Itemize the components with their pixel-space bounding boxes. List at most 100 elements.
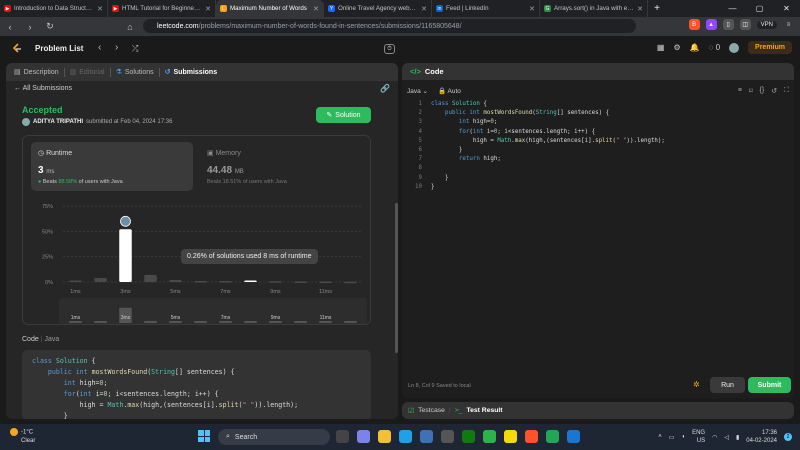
clock[interactable]: 17:36 04-02-2024 [746, 429, 777, 445]
leetcode-logo-icon[interactable] [11, 43, 23, 55]
close-window-button[interactable]: ✕ [773, 0, 800, 17]
browser-tab[interactable]: YOnline Travel Agency website | Fi✕ [324, 0, 432, 17]
weather-widget[interactable]: -1°C Clear [10, 428, 35, 445]
grid-icon[interactable]: ▦ [657, 43, 665, 52]
submitter-name[interactable]: ADITYA TRIPATHI [33, 119, 83, 125]
chart-bar[interactable] [119, 229, 132, 282]
home-icon[interactable]: ⌂ [124, 22, 136, 32]
whatsapp-desktop-icon[interactable] [546, 430, 559, 443]
problem-list-link[interactable]: Problem List [35, 44, 83, 53]
chart-bar[interactable] [269, 281, 282, 283]
notification-icon[interactable]: 🔔 [690, 43, 700, 52]
settings-icon[interactable]: ⚙ [673, 43, 680, 52]
shuffle-icon[interactable]: ⤮ [132, 44, 138, 54]
run-button[interactable]: Run [710, 377, 745, 393]
minimize-button[interactable]: — [719, 0, 746, 17]
wallet-icon[interactable]: ◫ [739, 19, 751, 30]
debug-icon[interactable]: ✲ [693, 380, 700, 389]
testcase-tab[interactable]: Testcase [418, 407, 445, 414]
submit-button[interactable]: Submit [748, 377, 791, 393]
windows-start-icon[interactable] [198, 430, 210, 442]
browser-tab[interactable]: ▶Introduction to Data Structures a✕ [0, 0, 108, 17]
close-tab-icon[interactable]: ✕ [313, 5, 319, 13]
app-icon[interactable] [441, 430, 454, 443]
edge-icon[interactable] [399, 430, 412, 443]
brave-icon[interactable] [525, 430, 538, 443]
braces-icon[interactable]: {} [760, 87, 765, 95]
chart-bar[interactable] [244, 280, 257, 282]
browser-tab[interactable]: in Feed | LinkedIn ✕ [432, 0, 540, 17]
next-problem-icon[interactable]: › [115, 42, 118, 53]
premium-button[interactable]: Premium [748, 41, 792, 54]
whatsapp-icon[interactable] [483, 430, 496, 443]
chart-bar[interactable] [219, 280, 232, 283]
notes-icon[interactable] [567, 430, 580, 443]
chart-bar[interactable] [194, 280, 207, 283]
back-icon[interactable]: ‹ [4, 22, 16, 32]
snapchat-icon[interactable] [504, 430, 517, 443]
user-avatar[interactable] [729, 42, 740, 53]
volume-icon[interactable]: ◁ [724, 434, 729, 441]
chart-bar[interactable] [344, 281, 357, 284]
test-result-tab[interactable]: Test Result [466, 407, 502, 414]
format-icon[interactable]: ≡ [738, 87, 742, 95]
close-tab-icon[interactable]: ✕ [97, 5, 103, 13]
chart-bar[interactable] [319, 281, 332, 283]
browser-tab[interactable]: ▶HTML Tutorial for Beginners | Co✕ [108, 0, 216, 17]
close-tab-icon[interactable]: ✕ [637, 5, 643, 13]
battery-icon[interactable]: ▭ [669, 434, 675, 441]
taskbar-search[interactable]: ⌕ Search [218, 429, 330, 445]
xbox-icon[interactable] [462, 430, 475, 443]
teams-icon[interactable] [357, 430, 370, 443]
task-view-icon[interactable] [336, 430, 349, 443]
fullscreen-icon[interactable]: ⛶ [784, 87, 789, 95]
left-scrollbar[interactable] [395, 203, 398, 353]
reset-icon[interactable]: ↺ [771, 87, 777, 95]
bookmark-icon[interactable]: ⌑ [749, 87, 753, 95]
store-icon[interactable] [420, 430, 433, 443]
timer-icon[interactable]: ⏱ [384, 44, 395, 54]
tab-solutions[interactable]: ⚗ Solutions [116, 68, 154, 77]
runtime-card[interactable]: ◷ Runtime 3 ms ● Beats 88.58% of users w… [31, 142, 193, 191]
url-bar[interactable]: leetcode.com/problems/maximum-number-of-… [143, 19, 636, 33]
file-explorer-icon[interactable] [378, 430, 391, 443]
code-editor[interactable]: 1 2 3 4 5 6 7 8 9 10 class Solution { pu… [402, 100, 794, 380]
language-select[interactable]: Java ⌄ [407, 87, 428, 95]
tab-description[interactable]: ▤ Description [14, 68, 59, 77]
chevron-up-icon[interactable]: ˄ [658, 434, 662, 440]
language-indicator[interactable]: ENG US [692, 429, 705, 445]
vpn-button[interactable]: VPN [756, 20, 777, 29]
new-tab-button[interactable]: + [648, 0, 666, 17]
browser-tab[interactable]: G Arrays.sort() in Java with examp ✕ [540, 0, 648, 17]
wifi-icon[interactable]: ◠ [712, 434, 717, 441]
notification-center-icon[interactable]: 2 [784, 433, 792, 441]
chart-bar[interactable] [144, 274, 157, 282]
browser-tab[interactable]: L Maximum Number of Words ✕ [216, 0, 324, 17]
submitted-code[interactable]: class Solution { public int mostWordsFou… [22, 350, 371, 419]
menu-icon[interactable]: ≡ [783, 19, 794, 30]
chart-bar[interactable] [169, 279, 182, 282]
reload-icon[interactable]: ↻ [44, 21, 56, 32]
chart-bar[interactable] [294, 281, 307, 283]
maximize-button[interactable]: ▢ [746, 0, 773, 17]
tab-editorial[interactable]: ▥ Editorial [70, 68, 105, 77]
forward-icon[interactable]: › [24, 22, 36, 32]
close-tab-icon[interactable]: ✕ [205, 5, 211, 13]
sidebar-icon[interactable]: ▯ [722, 19, 734, 30]
link-icon[interactable]: 🔗 [380, 84, 390, 93]
speaker-icon[interactable]: ◖ [681, 434, 685, 440]
prev-problem-icon[interactable]: ‹ [98, 42, 101, 53]
power-icon[interactable]: ▮ [736, 434, 739, 441]
coins-counter[interactable]: ◌ 0 [709, 43, 720, 52]
solution-button[interactable]: ✎ Solution [316, 107, 371, 123]
auto-toggle[interactable]: 🔒 Auto [438, 87, 461, 95]
close-tab-icon[interactable]: ✕ [529, 5, 535, 13]
chart-bar[interactable] [94, 277, 107, 282]
close-tab-icon[interactable]: ✕ [421, 5, 427, 13]
memory-card[interactable]: ▣ Memory 44.48 MB Beats 18.51% of users … [203, 142, 353, 191]
editor-source[interactable]: class Solution { public int mostWordsFou… [431, 100, 665, 192]
tab-submissions[interactable]: ↺ Submissions [165, 68, 217, 77]
chart-bar[interactable] [69, 280, 82, 282]
rewards-icon[interactable]: ▲ [705, 19, 717, 30]
all-submissions-link[interactable]: ← All Submissions [14, 85, 72, 92]
